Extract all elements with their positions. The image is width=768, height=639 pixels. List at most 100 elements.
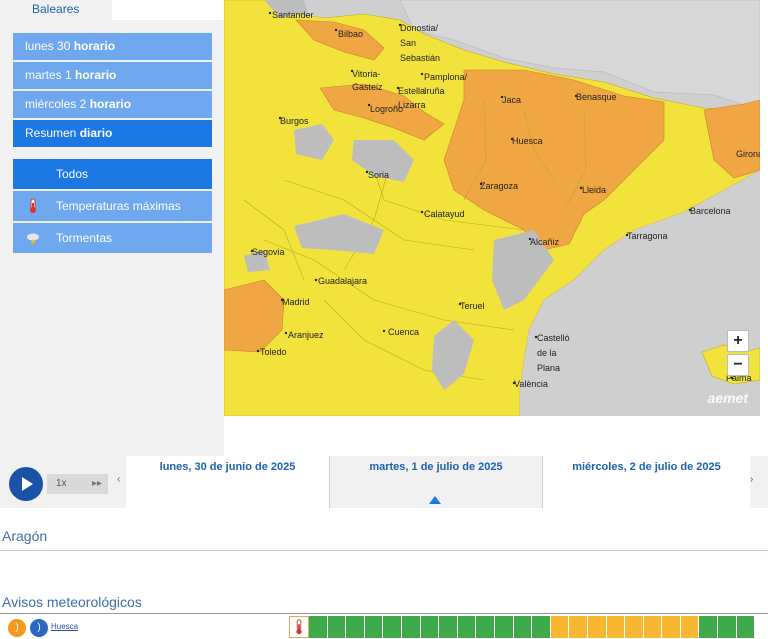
aemet-logo: aemet: [707, 390, 748, 406]
warning-cell[interactable]: [327, 616, 347, 638]
map-right-strip: [760, 0, 768, 416]
city-label: Aranjuez: [288, 330, 324, 340]
day-item-lunes-30[interactable]: lunes 30 horario: [13, 33, 212, 60]
day-list: lunes 30 horario martes 1 horario miérco…: [13, 33, 212, 149]
day-item-miercoles-2[interactable]: miércoles 2 horario: [13, 91, 212, 118]
map-canvas: Santander Bilbao Donostia/ San Sebastián…: [224, 0, 760, 416]
warning-cell[interactable]: [662, 616, 681, 638]
timeline-current-marker: [429, 496, 441, 504]
warning-cell[interactable]: [625, 616, 644, 638]
city-label: Soria: [368, 170, 389, 180]
city-label: Plana: [537, 363, 560, 373]
warning-map[interactable]: Santander Bilbao Donostia/ San Sebastián…: [224, 0, 760, 416]
zoom-out-button[interactable]: −: [727, 354, 749, 376]
play-button[interactable]: [9, 467, 43, 501]
city-label: Segovia: [252, 247, 285, 257]
warning-cell[interactable]: [439, 616, 458, 638]
city-label: València: [514, 379, 548, 389]
warning-cells: [309, 616, 756, 638]
day-label: miércoles 2: [25, 97, 90, 111]
filter-list: Todos Temperaturas máximas Tormentas: [13, 159, 212, 255]
city-label: Bilbao: [338, 29, 363, 39]
rss-icon[interactable]: ): [8, 619, 26, 637]
warning-cell[interactable]: [532, 616, 551, 638]
warning-row: ) ) Huesca: [0, 613, 768, 639]
city-label: Teruel: [460, 301, 485, 311]
warning-cell[interactable]: [643, 616, 663, 638]
city-label: Estella: [398, 86, 425, 96]
city-label: San: [400, 38, 416, 48]
city-label: Logroño: [370, 104, 403, 114]
region-title-underline: [0, 550, 768, 551]
day-item-martes-1[interactable]: martes 1 horario: [13, 62, 212, 89]
city-label: Alcañiz: [530, 237, 560, 247]
filter-label: Tormentas: [56, 231, 113, 245]
timeline-next-arrow[interactable]: ›: [750, 474, 753, 485]
city-label: Iruña: [424, 86, 445, 96]
city-label: Gasteiz: [352, 82, 383, 92]
warning-cell[interactable]: [346, 616, 365, 638]
region-tab-blank: [112, 0, 224, 20]
warning-cell[interactable]: [680, 616, 700, 638]
city-label: Barcelona: [690, 206, 731, 216]
zoom-in-button[interactable]: +: [727, 330, 749, 352]
warning-cell[interactable]: [364, 616, 384, 638]
timeline: 1x ▸▸ ‹ lunes, 30 de junio de 2025 marte…: [0, 456, 768, 508]
warning-cell[interactable]: [569, 616, 588, 638]
city-label: Benasque: [576, 92, 617, 102]
city-label: Santander: [272, 10, 314, 20]
fast-forward-icon[interactable]: ▸▸: [92, 474, 108, 494]
filter-tormentas[interactable]: Tormentas: [13, 223, 212, 253]
city-label: Jaca: [502, 95, 521, 105]
city-label: Castelló: [537, 333, 570, 343]
day-label: lunes 30: [25, 39, 74, 53]
left-panel: Baleares lunes 30 horario martes 1 horar…: [0, 0, 224, 456]
warning-cell[interactable]: [494, 616, 514, 638]
warning-cell[interactable]: [457, 616, 477, 638]
warning-cell[interactable]: [513, 616, 533, 638]
warning-cell[interactable]: [383, 616, 402, 638]
day-label: Resumen: [25, 126, 80, 140]
warning-cell[interactable]: [606, 616, 626, 638]
city-label: Cuenca: [388, 327, 419, 337]
city-label: Sebastián: [400, 53, 440, 63]
page: Baleares lunes 30 horario martes 1 horar…: [0, 0, 768, 639]
city-label: Calatayud: [424, 209, 465, 219]
city-label: Donostia/: [400, 23, 439, 33]
city-label: Vitoria-: [352, 69, 380, 79]
location-link-huesca[interactable]: Huesca: [51, 622, 78, 631]
city-label: Tarragona: [627, 231, 668, 241]
feed-icon[interactable]: ): [30, 619, 48, 637]
warning-cell[interactable]: [699, 616, 719, 638]
day-label: martes 1: [25, 68, 76, 82]
day-label-bold: horario: [75, 68, 117, 82]
storm-icon: [27, 233, 39, 246]
day-item-resumen-diario[interactable]: Resumen diario: [13, 120, 212, 147]
warning-cell[interactable]: [550, 616, 570, 638]
thermometer-icon: [30, 198, 36, 213]
region-title: Aragón: [2, 528, 48, 544]
warning-cell[interactable]: [420, 616, 440, 638]
filter-temperaturas-maximas[interactable]: Temperaturas máximas: [13, 191, 212, 221]
warning-cell[interactable]: [587, 616, 607, 638]
filter-label: Temperaturas máximas: [56, 199, 181, 213]
timeline-day-miercoles[interactable]: miércoles, 2 de julio de 2025: [543, 456, 750, 508]
warning-cell[interactable]: [401, 616, 421, 638]
warning-cell[interactable]: [309, 616, 328, 638]
warnings-title: Avisos meteorológicos: [2, 594, 142, 610]
city-label: Toledo: [260, 347, 287, 357]
city-label: Zaragoza: [480, 181, 518, 191]
timeline-prev-arrow[interactable]: ‹: [117, 474, 120, 485]
timeline-day-lunes[interactable]: lunes, 30 de junio de 2025: [126, 456, 329, 508]
city-label: Girona: [736, 149, 760, 159]
city-label: Madrid: [282, 297, 310, 307]
warning-cell[interactable]: [736, 616, 756, 638]
filter-todos[interactable]: Todos: [13, 159, 212, 189]
region-tab-baleares[interactable]: Baleares: [0, 0, 112, 20]
city-label: Guadalajara: [318, 276, 367, 286]
day-label-bold: horario: [73, 39, 116, 53]
city-label: Pamplona/: [424, 72, 468, 82]
city-label: Huesca: [512, 136, 543, 146]
warning-cell[interactable]: [718, 616, 737, 638]
warning-cell[interactable]: [476, 616, 495, 638]
